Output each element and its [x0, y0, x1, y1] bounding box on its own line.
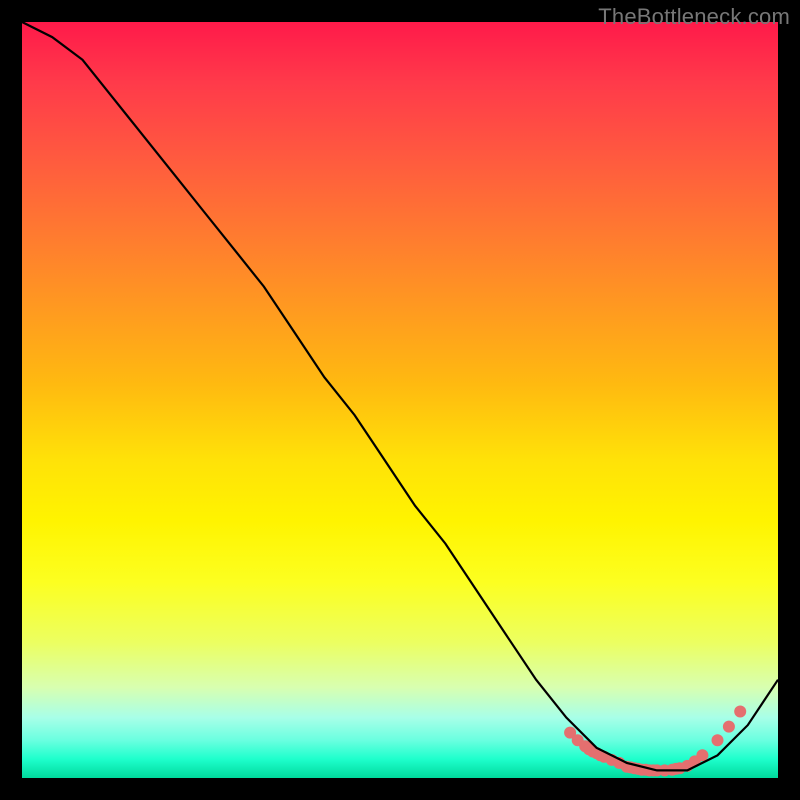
chart-svg: [22, 22, 778, 778]
marker-dot: [734, 706, 746, 718]
marker-cluster: [564, 706, 746, 777]
marker-dot: [712, 734, 724, 746]
bottleneck-curve: [22, 22, 778, 770]
watermark-text: TheBottleneck.com: [598, 4, 790, 30]
marker-dot: [696, 749, 708, 761]
marker-dot: [723, 721, 735, 733]
chart-stage: TheBottleneck.com: [0, 0, 800, 800]
bottleneck-plot: [22, 22, 778, 778]
